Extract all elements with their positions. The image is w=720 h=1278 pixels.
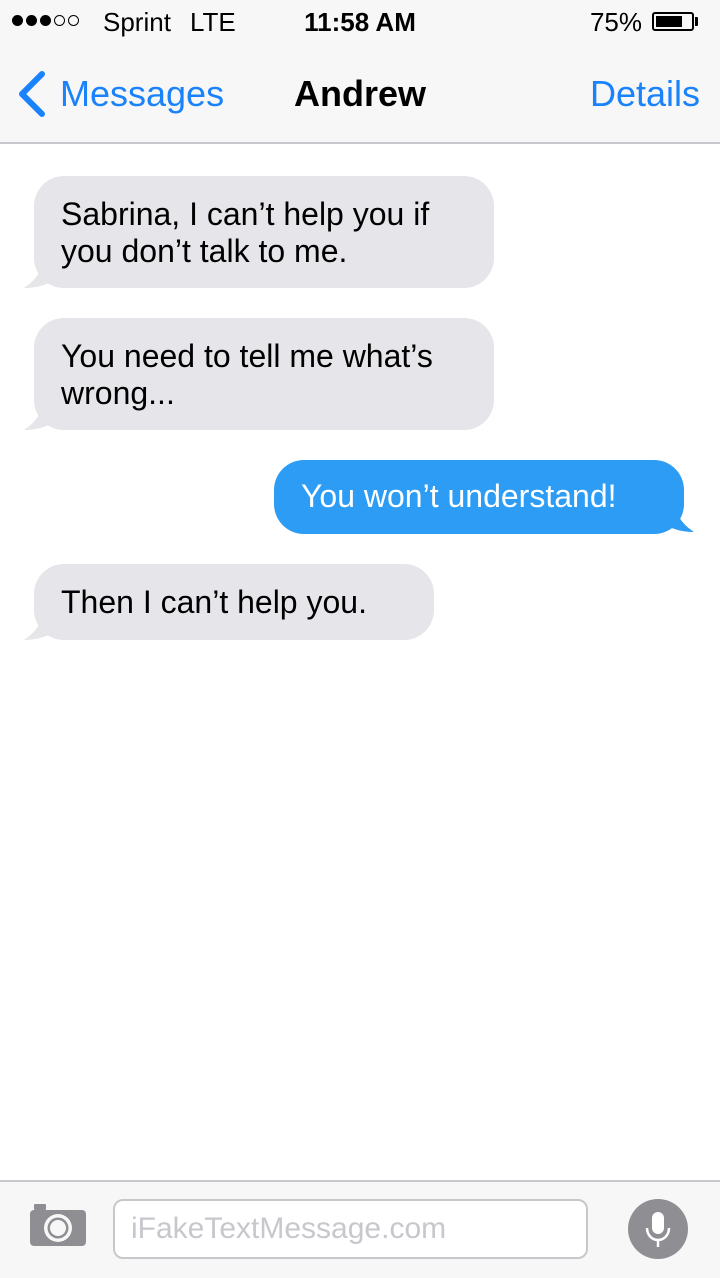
battery-tip: [695, 17, 698, 26]
message-received: You need to tell me what’s wrong...: [24, 318, 494, 430]
message-bubble[interactable]: Then I can’t help you.: [34, 564, 434, 640]
message-bubble[interactable]: Sabrina, I can’t help you if you don’t t…: [34, 176, 494, 288]
battery-level: [656, 16, 682, 27]
navigation-bar: Messages Andrew Details: [0, 44, 720, 144]
message-input[interactable]: [113, 1199, 588, 1259]
message-bubble[interactable]: You won’t understand!: [274, 460, 684, 534]
status-bar: Sprint LTE 11:58 AM 75%: [0, 0, 720, 44]
back-button[interactable]: Messages: [14, 68, 224, 120]
message-sent: You won’t understand!: [274, 460, 694, 534]
details-button[interactable]: Details: [590, 68, 700, 120]
messages-screen: Sprint LTE 11:58 AM 75% Messages Andrew …: [0, 0, 720, 1278]
microphone-icon: [645, 1212, 671, 1247]
compose-bar: [0, 1180, 720, 1278]
message-received: Then I can’t help you.: [24, 564, 434, 640]
message-bubble[interactable]: You need to tell me what’s wrong...: [34, 318, 494, 430]
camera-button[interactable]: [28, 1202, 90, 1250]
battery-percent: 75%: [589, 7, 642, 37]
message-received: Sabrina, I can’t help you if you don’t t…: [24, 176, 494, 288]
battery-icon: [652, 12, 694, 31]
camera-icon: [30, 1204, 86, 1246]
chevron-left-icon: [19, 71, 45, 117]
microphone-button[interactable]: [628, 1199, 688, 1259]
back-label: Messages: [60, 73, 225, 114]
message-thread[interactable]: Sabrina, I can’t help you if you don’t t…: [0, 144, 720, 1180]
